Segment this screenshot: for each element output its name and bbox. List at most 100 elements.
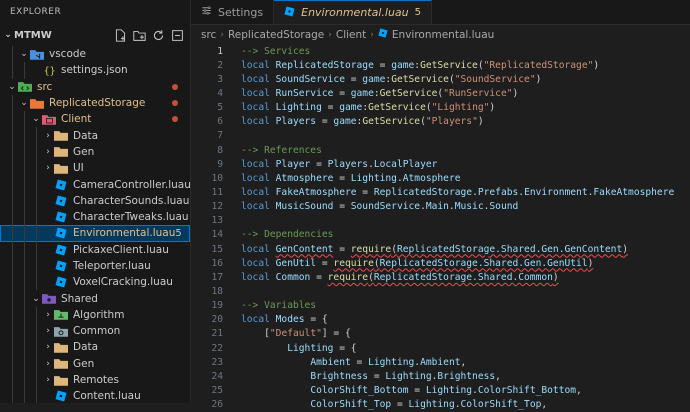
tree-item[interactable]: › Data [0,339,190,356]
code-line[interactable]: 12 local MusicSound = SoundService.Main.M… [191,200,690,214]
code-line[interactable]: 25 ColorShift_Bottom = Lighting.ColorShi… [191,383,690,397]
line-number: 8 [217,144,223,156]
tree-item[interactable]: › Remotes [0,371,190,389]
code-line[interactable]: 19 --> Variables [191,299,690,313]
refresh-icon[interactable] [152,29,165,42]
code-line[interactable]: 8 --> References [191,143,690,157]
indent-guide [12,306,13,324]
indent-guide [12,323,13,340]
code-line[interactable]: 18 [191,284,690,298]
new-file-icon[interactable] [114,28,127,42]
tree-item[interactable]: › UI [0,160,190,177]
tree-item[interactable]: › Common [0,323,190,340]
code-line[interactable]: 13 [191,214,690,228]
code-line[interactable]: 5 local Lighting = game:GetService("Light… [191,101,690,115]
tree-item-label: ReplicatedStorage [49,97,146,110]
code-line[interactable]: 20 local Modes = { [191,313,690,327]
code-editor[interactable]: 1 --> Services 2 local ReplicatedStorage = … [191,44,690,412]
code-token: Brightness [310,370,369,382]
code-token: ColorShift_Top [460,399,542,411]
indent-guide [24,388,25,403]
tree-item[interactable]: ⌄ src [0,79,190,95]
code-line[interactable]: 24 Brightness = Lighting.Brightness, [191,369,690,383]
line-number: 7 [217,130,223,142]
code-line[interactable]: 3 local SoundService = game:GetService("S… [191,72,690,86]
code-line[interactable]: 9 local Player = Players.LocalPlayer [191,157,690,171]
folder-icon [54,341,68,353]
code-token: = [333,172,351,184]
code-line[interactable]: 22 Lighting = { [191,341,690,355]
code-token: GetService [362,116,421,128]
code-token: local [241,243,276,255]
code-token: local [241,201,276,213]
tree-item[interactable]: PickaxeClient.luau [0,241,190,258]
tree-item[interactable]: CharacterTweaks.luau [0,208,190,226]
tree-item-label: src [37,80,53,93]
code-line[interactable]: 14 --> Dependencies [191,228,690,242]
code-line[interactable]: 17 local Common = require(ReplicatedStora… [191,270,690,284]
tree-item[interactable]: ⌄ ReplicatedStorage [0,94,190,112]
indent-guide [24,274,25,291]
tree-item[interactable]: Content.luau [0,388,190,403]
error-token: require [350,243,392,255]
code-token: Atmosphere [275,172,334,184]
tab-bar: Settings Environmental.luau 5 [191,0,690,25]
breadcrumb-item[interactable]: Environmental.luau [392,29,494,41]
indent-guide [12,355,13,372]
code-line[interactable]: 7 [191,129,690,143]
code-token: SoundService [350,201,421,213]
code-token: = [408,384,426,396]
indent-guide [12,62,13,79]
line-number: 24 [211,370,223,382]
code-line[interactable]: 11 local FakeAtmosphere = ReplicatedStora… [191,185,690,199]
code-token: "SoundService" [454,73,536,85]
code-line[interactable]: 4 local RunService = game:GetService("Run… [191,86,690,100]
code-line[interactable]: 2 local ReplicatedStorage = game:GetServi… [191,58,690,72]
error-token: ) [552,271,559,283]
new-folder-icon[interactable] [133,29,146,42]
code-line[interactable]: 10 local Atmosphere = Lighting.Atmosphere [191,171,690,185]
tree-item[interactable]: {} settings.json [0,62,190,79]
tree-item[interactable]: ⌄ vscode [0,46,190,63]
code-line[interactable]: 15 local GenContent = require(ReplicatedS… [191,242,690,256]
indent-guide [36,160,37,177]
tree-item[interactable]: VoxelCracking.luau [0,274,190,291]
code-line[interactable]: 26 ColorShift_Top = Lighting.ColorShift_… [191,398,690,412]
chevron-right-icon: › [46,146,50,157]
code-token: local [241,186,276,198]
tree-item-label: Algorithm [73,308,125,321]
tree-item[interactable]: › Data [0,127,190,144]
code-text: Ambient = Lighting.Ambient, [241,357,466,368]
tab-settings[interactable]: Settings [191,0,275,24]
tree-item-label: Common [73,325,121,338]
tree-item-label: CameraController.luau [73,178,191,191]
tree-item[interactable]: Environmental.luau 5 [0,225,190,242]
code-token: --> References [241,144,322,156]
collapse-all-icon[interactable] [171,29,184,42]
code-line[interactable]: 23 Ambient = Lighting.Ambient, [191,355,690,369]
line-number: 9 [217,158,223,170]
luau-file-icon [54,276,68,288]
tree-item[interactable]: CharacterSounds.luau [0,192,190,209]
code-line[interactable]: 6 local Players = game:GetService("Player… [191,115,690,129]
tree-item[interactable]: CameraController.luau [0,176,191,193]
code-token: = [310,158,328,170]
explorer-actions [114,28,190,42]
tree-item[interactable]: › Algorithm [0,306,190,324]
code-line[interactable]: 1 --> Services [191,44,690,58]
tree-item[interactable]: › Gen [0,355,190,372]
project-root[interactable]: ⌄ MTMW [0,24,190,46]
breadcrumb-item[interactable]: ReplicatedStorage [228,29,324,41]
code-text: Lighting = { [241,343,356,354]
code-line[interactable]: 16 local GenUtil = require(ReplicatedStor… [191,256,690,270]
breadcrumb-item[interactable]: src [201,29,216,41]
tree-item[interactable]: › Gen [0,143,190,161]
chevron-right-icon: › [46,130,50,141]
code-token: = [391,399,409,411]
code-line[interactable]: 21 ["Default"] = { [191,327,690,341]
tree-item[interactable]: Teleporter.luau [0,257,190,275]
tree-item[interactable]: ⌄ Client [0,111,190,128]
tab-environmental[interactable]: Environmental.luau 5 [274,0,433,24]
tree-item[interactable]: ⌄ Shared [0,290,190,307]
breadcrumb-item[interactable]: Client [336,29,366,41]
